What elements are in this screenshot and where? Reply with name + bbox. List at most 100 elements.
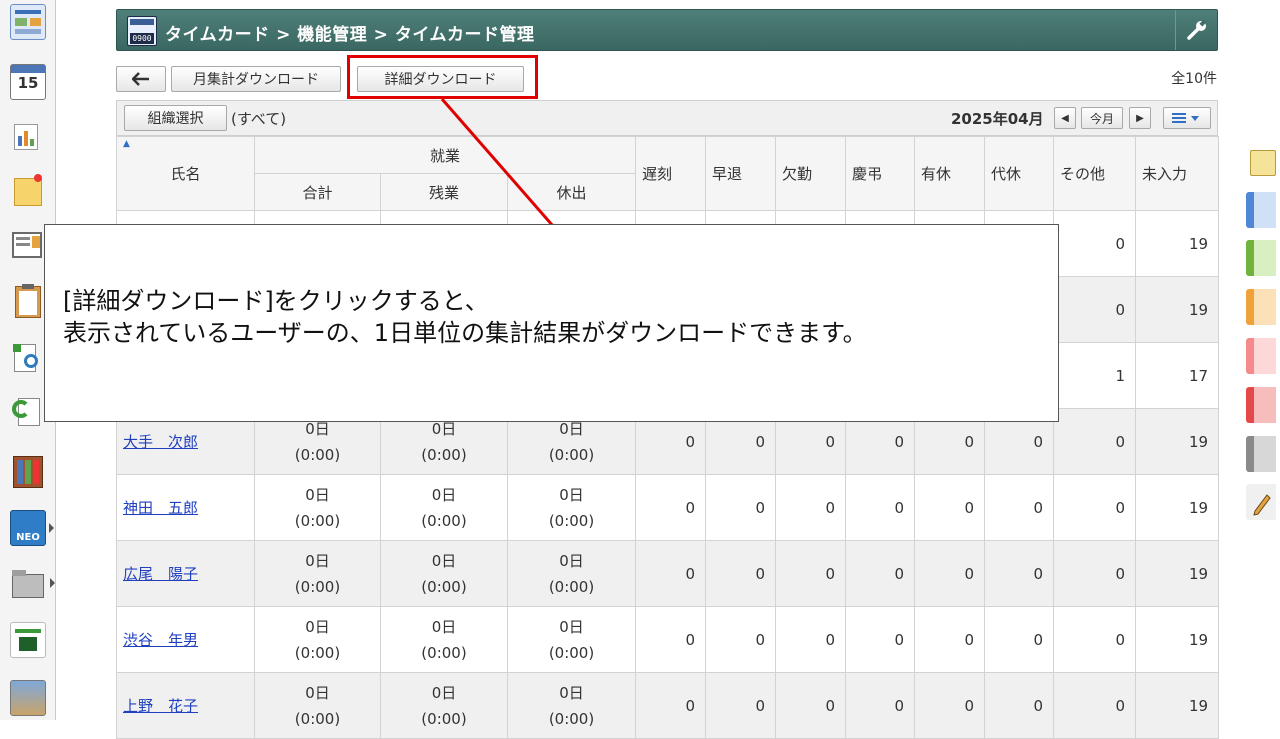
color-swatch-pink[interactable] bbox=[1246, 338, 1276, 374]
cell-name: 広尾 陽子 bbox=[116, 540, 255, 607]
org-filter-label: (すべて) bbox=[231, 110, 287, 128]
col-header-other[interactable]: その他 bbox=[1053, 136, 1137, 211]
cell-overtime: 0日 (0:00) bbox=[380, 606, 508, 673]
cell-not-entered: 19 bbox=[1135, 210, 1220, 277]
cell-not-entered: 19 bbox=[1135, 540, 1220, 607]
folder-icon[interactable] bbox=[10, 566, 55, 602]
col-header-condolence[interactable]: 慶弔 bbox=[845, 136, 916, 211]
chart-icon[interactable] bbox=[10, 120, 46, 156]
days-value: 0日 bbox=[559, 617, 584, 636]
days-value: 0日 bbox=[431, 551, 457, 570]
color-swatch-gray[interactable] bbox=[1246, 436, 1276, 472]
time-value: (0:00) bbox=[548, 445, 595, 464]
cell-other: 0 bbox=[1053, 606, 1137, 673]
cell-early: 0 bbox=[705, 474, 777, 541]
board-icon[interactable] bbox=[10, 228, 46, 264]
time-value: (0:00) bbox=[548, 511, 595, 530]
calendar-icon[interactable]: 15 bbox=[10, 64, 46, 100]
right-panel-strip bbox=[1246, 0, 1280, 720]
cell-not-entered: 19 bbox=[1135, 672, 1220, 739]
org-select-button[interactable]: 組織選択 bbox=[124, 105, 227, 131]
sticky-note-icon[interactable] bbox=[1250, 150, 1276, 176]
col-header-paid-leave[interactable]: 有休 bbox=[914, 136, 986, 211]
dashboard-icon[interactable] bbox=[10, 4, 46, 40]
cell-other: 0 bbox=[1053, 408, 1137, 475]
time-value: (0:00) bbox=[548, 577, 595, 596]
col-header-comp-leave[interactable]: 代休 bbox=[984, 136, 1055, 211]
time-value: (0:00) bbox=[421, 445, 467, 464]
neo-icon[interactable]: NEO bbox=[10, 510, 54, 546]
cell-late: 0 bbox=[635, 606, 707, 673]
col-header-early[interactable]: 早退 bbox=[705, 136, 777, 211]
cell-paid-leave: 0 bbox=[914, 540, 986, 607]
next-month-button[interactable]: ▶ bbox=[1129, 107, 1151, 129]
list-menu-button[interactable] bbox=[1163, 107, 1211, 129]
filter-bar: 組織選択 (すべて) 2025年04月 ◀ 今月 ▶ bbox=[116, 100, 1218, 136]
cell-absent: 0 bbox=[775, 672, 847, 739]
cell-early: 0 bbox=[705, 540, 777, 607]
col-header-name[interactable]: ▲ 氏名 bbox=[116, 136, 255, 211]
prev-month-button[interactable]: ◀ bbox=[1054, 107, 1076, 129]
cell-holiday-work: 0日 (0:00) bbox=[506, 474, 637, 541]
expand-arrow-icon[interactable] bbox=[49, 523, 54, 533]
time-value: (0:00) bbox=[294, 445, 341, 464]
color-swatch-red[interactable] bbox=[1246, 387, 1276, 423]
pencil-icon[interactable] bbox=[1246, 484, 1276, 520]
col-header-holiday-work[interactable]: 休出 bbox=[506, 173, 637, 211]
callout-box: [詳細ダウンロード]をクリックすると、 表示されているユーザーの、1日単位の集計… bbox=[44, 224, 1059, 422]
cell-total: 0日 (0:00) bbox=[254, 474, 381, 541]
photo-icon[interactable] bbox=[10, 680, 46, 716]
cell-condolence: 0 bbox=[845, 474, 916, 541]
cell-comp-leave: 0 bbox=[984, 672, 1055, 739]
days-value: 0日 bbox=[305, 485, 330, 504]
cell-comp-leave: 0 bbox=[984, 606, 1055, 673]
user-link[interactable]: 広尾 陽子 bbox=[123, 565, 198, 583]
user-link[interactable]: 上野 花子 bbox=[123, 697, 198, 715]
settings-wrench-icon[interactable] bbox=[1175, 10, 1217, 50]
table-row: 渋谷 年男 0日 (0:00) 0日 (0:00) 0日 (0:00) 0 0 0 0 0 0 0 19 bbox=[116, 606, 1220, 673]
days-value: 0日 bbox=[305, 683, 330, 702]
time-value: (0:00) bbox=[294, 643, 341, 662]
cell-total: 0日 (0:00) bbox=[254, 672, 381, 739]
search-doc-icon[interactable] bbox=[10, 340, 46, 376]
time-value: (0:00) bbox=[421, 709, 467, 728]
col-header-late[interactable]: 遅刻 bbox=[635, 136, 707, 211]
back-button[interactable] bbox=[116, 66, 166, 92]
time-value: (0:00) bbox=[421, 577, 467, 596]
back-arrow-icon bbox=[132, 72, 149, 86]
days-value: 0日 bbox=[431, 683, 457, 702]
sort-asc-icon[interactable]: ▲ bbox=[123, 139, 130, 149]
cell-late: 0 bbox=[635, 540, 707, 607]
cell-absent: 0 bbox=[775, 540, 847, 607]
days-value: 0日 bbox=[431, 485, 457, 504]
cell-holiday-work: 0日 (0:00) bbox=[506, 606, 637, 673]
col-header-total[interactable]: 合計 bbox=[254, 173, 381, 211]
time-value: (0:00) bbox=[421, 511, 467, 530]
cell-paid-leave: 0 bbox=[914, 474, 986, 541]
monthly-download-button[interactable]: 月集計ダウンロード bbox=[171, 66, 341, 92]
color-swatch-orange[interactable] bbox=[1246, 289, 1276, 325]
cell-name: 上野 花子 bbox=[116, 672, 255, 739]
cell-other: 0 bbox=[1053, 672, 1137, 739]
clipboard-icon[interactable] bbox=[10, 284, 46, 320]
refresh-doc-icon[interactable] bbox=[10, 394, 46, 430]
col-header-absent[interactable]: 欠勤 bbox=[775, 136, 847, 211]
this-month-button[interactable]: 今月 bbox=[1081, 107, 1123, 129]
user-link[interactable]: 渋谷 年男 bbox=[123, 631, 198, 649]
highlight-box bbox=[347, 55, 538, 99]
color-swatch-green[interactable] bbox=[1246, 240, 1276, 276]
cell-not-entered: 19 bbox=[1135, 606, 1220, 673]
memo-icon[interactable] bbox=[10, 174, 46, 210]
color-swatch-blue[interactable] bbox=[1246, 192, 1276, 228]
col-header-not-entered[interactable]: 未入力 bbox=[1135, 136, 1220, 211]
user-link[interactable]: 大手 次郎 bbox=[123, 433, 198, 451]
tanomail-icon[interactable] bbox=[10, 622, 46, 658]
binder-icon[interactable] bbox=[10, 454, 46, 490]
expand-arrow-icon[interactable] bbox=[50, 578, 55, 588]
cell-total: 0日 (0:00) bbox=[254, 540, 381, 607]
calendar-day: 15 bbox=[17, 74, 39, 92]
cell-late: 0 bbox=[635, 474, 707, 541]
col-header-overtime[interactable]: 残業 bbox=[380, 173, 508, 211]
user-link[interactable]: 神田 五郎 bbox=[123, 499, 198, 517]
table-row: 広尾 陽子 0日 (0:00) 0日 (0:00) 0日 (0:00) 0 0 0 0 0 0 0 19 bbox=[116, 540, 1220, 607]
